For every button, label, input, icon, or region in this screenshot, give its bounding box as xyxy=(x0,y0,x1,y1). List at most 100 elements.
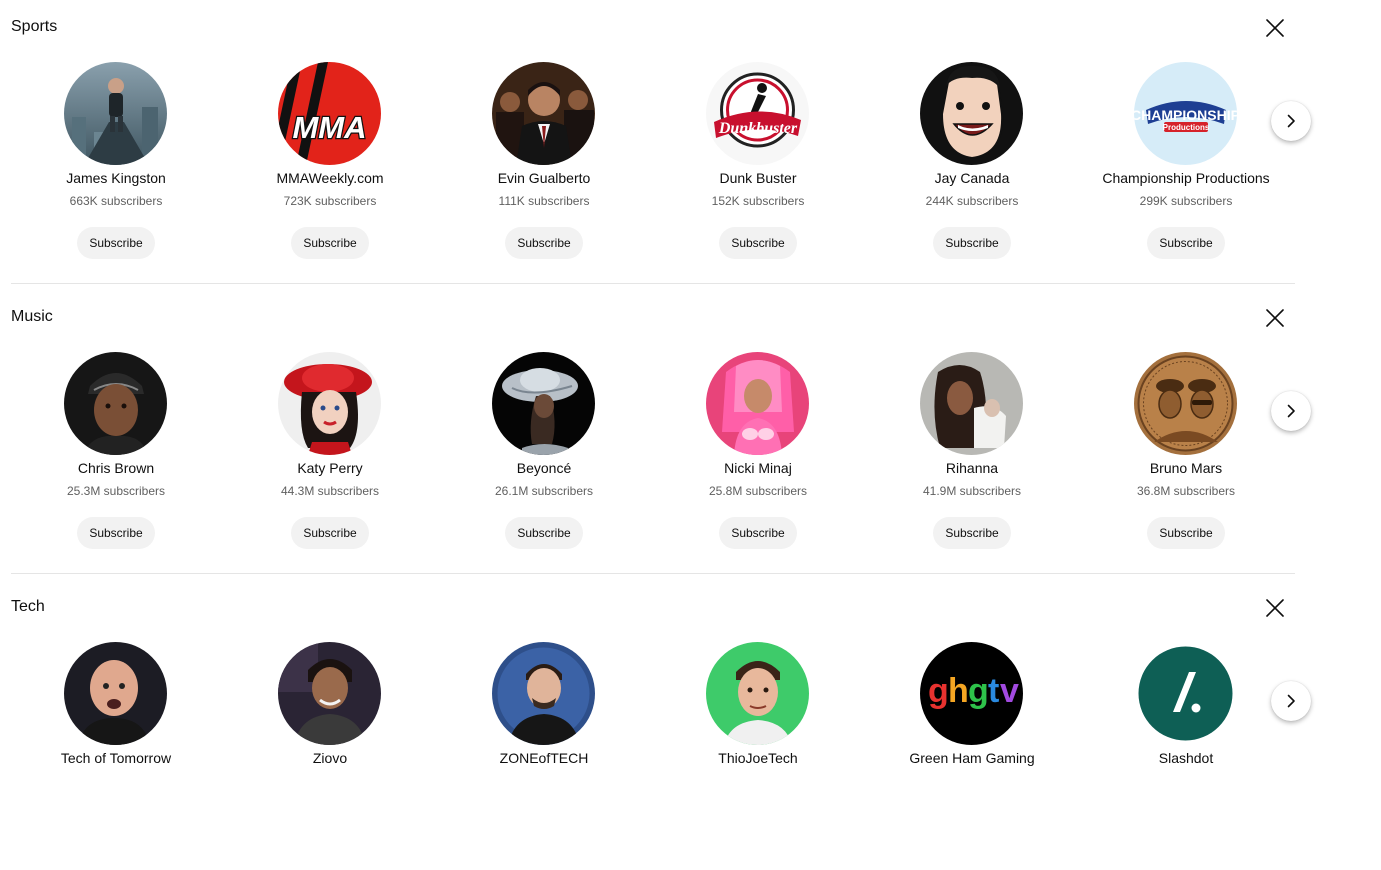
subscribe-button[interactable]: Subscribe xyxy=(291,517,369,549)
shelf-tech: Tech Tech of Tomorrow Ziovo ZONEofTECH ThioJ… xyxy=(0,580,1381,870)
channel-name[interactable]: Chris Brown xyxy=(9,460,223,476)
channel-name[interactable]: Ziovo xyxy=(223,750,437,766)
ghgtv-logo: ghgtv xyxy=(920,642,1023,745)
man-in-suit-photo xyxy=(492,62,595,165)
subscribe-button[interactable]: Subscribe xyxy=(1147,517,1225,549)
subscribe-button[interactable]: Subscribe xyxy=(291,227,369,259)
next-arrow-button[interactable] xyxy=(1271,681,1311,721)
channel-name[interactable]: ThioJoeTech xyxy=(651,750,865,766)
subscriber-count: 663K subscribers xyxy=(69,194,163,208)
channel-avatar[interactable] xyxy=(920,352,1023,455)
channel-avatar[interactable] xyxy=(64,62,167,165)
channel-avatar[interactable] xyxy=(492,352,595,455)
subscriber-count: 44.3M subscribers xyxy=(280,484,380,498)
channel-name[interactable]: Tech of Tomorrow xyxy=(9,750,223,766)
svg-text:v: v xyxy=(1000,672,1019,710)
channel-name[interactable]: Jay Canada xyxy=(865,170,1079,186)
channel-avatar[interactable] xyxy=(492,62,595,165)
portrait-photo xyxy=(706,352,809,455)
championship-logo: CHAMPIONSHIPProductions xyxy=(1134,62,1237,165)
channel-avatar[interactable]: Dunkbuster xyxy=(706,62,809,165)
channel-avatar[interactable]: CHAMPIONSHIP Productions xyxy=(1134,62,1237,165)
channel-card: Ziovo xyxy=(223,626,437,846)
channel-card: g h g t v Green Ham Gaming xyxy=(865,626,1079,846)
channel-card: James Kingston 663K subscribers Subscribe xyxy=(9,46,223,266)
channel-name[interactable]: ZONEofTECH xyxy=(437,750,651,766)
subscribe-button[interactable]: Subscribe xyxy=(77,227,155,259)
channel-card: MMA MMAWeekly.com 723K subscribers Subscrib… xyxy=(223,46,437,266)
subscriber-count: 41.9M subscribers xyxy=(922,484,1022,498)
channel-card: Beyoncé 26.1M subscribers Subscribe xyxy=(437,336,651,556)
channel-avatar[interactable] xyxy=(64,352,167,455)
subscribe-button[interactable]: Subscribe xyxy=(77,517,155,549)
subscribe-button[interactable]: Subscribe xyxy=(933,517,1011,549)
dismiss-shelf-button[interactable] xyxy=(1259,592,1291,624)
channel-name[interactable]: MMAWeekly.com xyxy=(223,170,437,186)
portrait-photo xyxy=(492,642,595,745)
svg-text:CHAMPIONSHIP: CHAMPIONSHIP xyxy=(1134,107,1237,123)
channel-avatar[interactable] xyxy=(64,642,167,745)
channel-card: Nicki Minaj 25.8M subscribers Subscribe xyxy=(651,336,865,556)
channel-avatar[interactable]: MMA xyxy=(278,62,381,165)
subscriber-count: 111K subscribers xyxy=(498,194,590,208)
channel-name[interactable]: Beyoncé xyxy=(437,460,651,476)
dismiss-shelf-button[interactable] xyxy=(1259,302,1291,334)
channel-name[interactable]: Rihanna xyxy=(865,460,1079,476)
channel-card: Evin Gualberto 111K subscribers Subscribe xyxy=(437,46,651,266)
portrait-photo xyxy=(64,352,167,455)
channel-name[interactable]: James Kingston xyxy=(9,170,223,186)
subscribe-button[interactable]: Subscribe xyxy=(1147,227,1225,259)
channel-name[interactable]: Slashdot xyxy=(1079,750,1293,766)
next-arrow-button[interactable] xyxy=(1271,101,1311,141)
channel-card: ThioJoeTech xyxy=(651,626,865,846)
channel-name[interactable]: Evin Gualberto xyxy=(437,170,651,186)
slashdot-logo xyxy=(1134,642,1237,745)
close-icon xyxy=(1259,302,1291,334)
channel-avatar[interactable] xyxy=(278,642,381,745)
channel-card: Bruno Mars 36.8M subscribers Subscribe xyxy=(1079,336,1293,556)
subscriber-count: 244K subscribers xyxy=(925,194,1019,208)
channel-card: Katy Perry 44.3M subscribers Subscribe xyxy=(223,336,437,556)
channel-card: Slashdot xyxy=(1079,626,1293,846)
channel-card: CHAMPIONSHIP Productions Championship Prod… xyxy=(1079,46,1293,266)
channel-name[interactable]: Championship Productions xyxy=(1079,170,1293,186)
subscriber-count: 26.1M subscribers xyxy=(494,484,594,498)
next-arrow-button[interactable] xyxy=(1271,391,1311,431)
channel-avatar[interactable] xyxy=(920,62,1023,165)
channel-card: Dunkbuster Dunk Buster 152K subscribers Sub… xyxy=(651,46,865,266)
subscriber-count: 36.8M subscribers xyxy=(1136,484,1236,498)
subscribe-button[interactable]: Subscribe xyxy=(719,517,797,549)
subscribe-button[interactable]: Subscribe xyxy=(933,227,1011,259)
channel-name[interactable]: Katy Perry xyxy=(223,460,437,476)
channel-row: Chris Brown 25.3M subscribers Subscribe Kat… xyxy=(9,336,1293,556)
channel-name[interactable]: Dunk Buster xyxy=(651,170,865,186)
subscribe-button[interactable]: Subscribe xyxy=(505,227,583,259)
shelf-title: Sports xyxy=(11,18,58,35)
subscribe-button[interactable]: Subscribe xyxy=(719,227,797,259)
rooftop-photo xyxy=(64,62,167,165)
channel-avatar[interactable]: ghgtv xyxy=(920,642,1023,745)
svg-text:Productions: Productions xyxy=(1163,123,1210,132)
channel-avatar[interactable] xyxy=(278,352,381,455)
channel-card: Chris Brown 25.3M subscribers Subscribe xyxy=(9,336,223,556)
dunkbuster-logo: Dunkbuster xyxy=(706,62,809,165)
channel-avatar[interactable] xyxy=(492,642,595,745)
channel-avatar[interactable] xyxy=(1134,352,1237,455)
channel-avatar[interactable] xyxy=(1134,642,1237,745)
dismiss-shelf-button[interactable] xyxy=(1259,12,1291,44)
svg-text:Dunkbuster: Dunkbuster xyxy=(718,120,798,137)
channel-avatar[interactable] xyxy=(706,642,809,745)
channel-name[interactable]: Bruno Mars xyxy=(1079,460,1293,476)
portrait-photo xyxy=(706,642,809,745)
subscribe-button[interactable]: Subscribe xyxy=(505,517,583,549)
portrait-photo xyxy=(920,352,1023,455)
subscriber-count: 25.8M subscribers xyxy=(708,484,808,498)
channel-name[interactable]: Green Ham Gaming xyxy=(865,750,1079,766)
shelf-divider xyxy=(11,283,1295,284)
channel-name[interactable]: Nicki Minaj xyxy=(651,460,865,476)
channel-avatar[interactable] xyxy=(706,352,809,455)
channel-card: Rihanna 41.9M subscribers Subscribe xyxy=(865,336,1079,556)
portrait-photo xyxy=(278,352,381,455)
subscriber-count: 723K subscribers xyxy=(283,194,377,208)
subscriber-count: 152K subscribers xyxy=(711,194,805,208)
